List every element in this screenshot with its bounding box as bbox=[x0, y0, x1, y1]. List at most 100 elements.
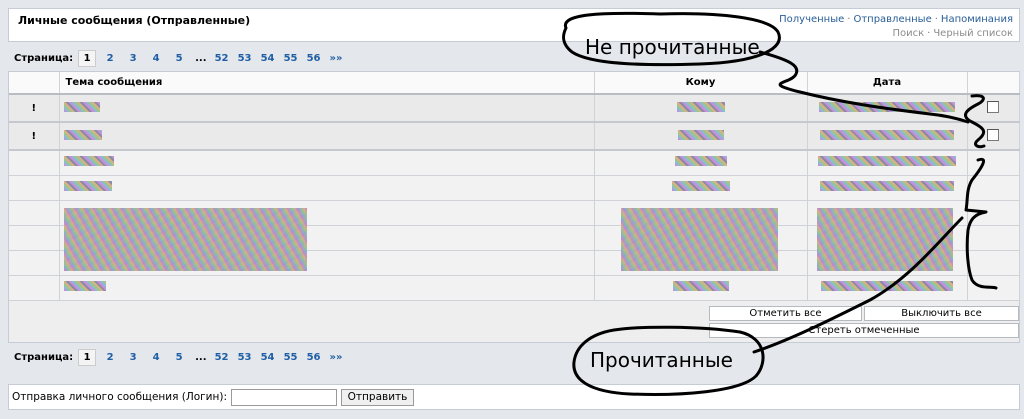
recipient-login-input[interactable] bbox=[231, 389, 337, 406]
link-blacklist[interactable]: Черный список bbox=[933, 28, 1013, 39]
redacted-text bbox=[821, 281, 953, 291]
column-date: Дата bbox=[807, 72, 968, 95]
page-link[interactable]: 53 bbox=[235, 51, 254, 66]
annotation-read-label: Прочитанные bbox=[590, 348, 733, 372]
page-link[interactable]: 56 bbox=[304, 51, 323, 66]
redacted-text bbox=[819, 101, 955, 112]
page-link[interactable]: 2 bbox=[101, 51, 120, 66]
cell-subject[interactable] bbox=[59, 175, 595, 201]
page-link[interactable]: 1 bbox=[78, 349, 97, 366]
unread-mark bbox=[9, 175, 60, 201]
select-checkbox[interactable] bbox=[987, 128, 999, 141]
page-link[interactable]: 3 bbox=[124, 51, 143, 66]
pagination-ellipsis: ... bbox=[195, 53, 207, 64]
unread-mark bbox=[9, 250, 60, 276]
redacted-text bbox=[63, 156, 114, 167]
cell-select bbox=[967, 200, 1020, 226]
cell-recipient[interactable] bbox=[594, 122, 808, 151]
redacted-text bbox=[63, 101, 100, 112]
page-link[interactable]: 56 bbox=[304, 350, 323, 365]
pagination-label: Страница: bbox=[14, 53, 74, 64]
send-message-form: Отправка личного сообщения (Логин): Отпр… bbox=[8, 384, 1020, 410]
cell-recipient[interactable] bbox=[594, 275, 808, 301]
cell-subject[interactable] bbox=[59, 94, 595, 123]
table-row[interactable] bbox=[9, 175, 1020, 201]
redacted-block bbox=[64, 208, 307, 271]
folder-links: Полученные · Отправленные · Напоминания Поис… bbox=[779, 13, 1013, 41]
table-row[interactable]: ! bbox=[9, 122, 1020, 151]
page-link[interactable]: 5 bbox=[170, 51, 189, 66]
page-link[interactable]: 55 bbox=[281, 350, 300, 365]
redacted-text bbox=[676, 101, 725, 112]
page-link[interactable]: 52 bbox=[212, 51, 231, 66]
next-pages-link[interactable]: »» bbox=[330, 352, 343, 363]
redacted-text bbox=[671, 181, 730, 191]
next-pages-link[interactable]: »» bbox=[330, 53, 343, 64]
redacted-text bbox=[820, 129, 954, 140]
messages-panel: Тема сообщения Кому Дата ! ! Отметить вс… bbox=[8, 71, 1020, 343]
separator: · bbox=[934, 14, 938, 25]
mark-all-button[interactable]: Отметить все bbox=[709, 306, 862, 321]
redacted-block bbox=[817, 208, 953, 271]
pagination-top: Страница: 1 2 3 4 5 ... 52 53 54 55 56 »… bbox=[14, 50, 342, 67]
cell-select bbox=[967, 225, 1020, 251]
select-checkbox[interactable] bbox=[987, 100, 999, 113]
column-subject: Тема сообщения bbox=[59, 72, 595, 95]
cell-date bbox=[807, 122, 968, 151]
cell-subject[interactable] bbox=[59, 275, 595, 301]
table-row[interactable] bbox=[9, 275, 1020, 301]
unread-mark bbox=[9, 225, 60, 251]
cell-recipient[interactable] bbox=[594, 150, 808, 176]
page-link[interactable]: 55 bbox=[281, 51, 300, 66]
redacted-text bbox=[63, 281, 106, 291]
redacted-text bbox=[63, 129, 102, 140]
cell-date bbox=[807, 150, 968, 176]
page-link[interactable]: 54 bbox=[258, 51, 277, 66]
page-link[interactable]: 54 bbox=[258, 350, 277, 365]
cell-date bbox=[807, 275, 968, 301]
page-link[interactable]: 3 bbox=[124, 350, 143, 365]
unread-mark bbox=[9, 200, 60, 226]
cell-select bbox=[967, 175, 1020, 201]
page-link[interactable]: 5 bbox=[170, 350, 189, 365]
page-link[interactable]: 52 bbox=[212, 350, 231, 365]
page-link[interactable]: 53 bbox=[235, 350, 254, 365]
cell-subject[interactable] bbox=[59, 150, 595, 176]
cell-recipient[interactable] bbox=[594, 175, 808, 201]
send-button[interactable]: Отправить bbox=[341, 389, 414, 406]
unmark-all-button[interactable]: Выключить все bbox=[864, 306, 1019, 321]
page-header: Личные сообщения (Отправленные) Полученн… bbox=[8, 8, 1020, 42]
unread-mark bbox=[9, 275, 60, 301]
cell-recipient[interactable] bbox=[594, 94, 808, 123]
page-link[interactable]: 4 bbox=[147, 350, 166, 365]
redacted-text bbox=[63, 181, 112, 191]
link-received[interactable]: Полученные bbox=[779, 14, 844, 25]
cell-select bbox=[967, 94, 1020, 123]
delete-marked-button[interactable]: Стереть отмеченные bbox=[709, 323, 1019, 338]
cell-date bbox=[807, 175, 968, 201]
page-link[interactable]: 1 bbox=[78, 50, 97, 67]
cell-subject[interactable] bbox=[59, 122, 595, 151]
column-recipient: Кому bbox=[594, 72, 808, 95]
pagination-label: Страница: bbox=[14, 352, 74, 363]
table-row[interactable]: ! bbox=[9, 94, 1020, 123]
unread-mark: ! bbox=[9, 94, 60, 123]
pagination-ellipsis: ... bbox=[195, 352, 207, 363]
page-link[interactable]: 4 bbox=[147, 51, 166, 66]
link-sent[interactable]: Отправленные bbox=[853, 14, 931, 25]
page-link[interactable]: 2 bbox=[101, 350, 120, 365]
separator: · bbox=[927, 28, 931, 39]
redacted-text bbox=[820, 181, 954, 191]
redacted-text bbox=[677, 129, 724, 140]
redacted-text bbox=[674, 156, 727, 167]
cell-select bbox=[967, 150, 1020, 176]
table-row[interactable] bbox=[9, 150, 1020, 176]
table-header-row: Тема сообщения Кому Дата bbox=[9, 72, 1020, 95]
link-search[interactable]: Поиск bbox=[892, 28, 924, 39]
redacted-text bbox=[818, 156, 956, 167]
link-reminders[interactable]: Напоминания bbox=[941, 14, 1013, 25]
unread-mark bbox=[9, 150, 60, 176]
cell-select bbox=[967, 122, 1020, 151]
page-title: Личные сообщения (Отправленные) bbox=[18, 14, 251, 27]
column-status bbox=[9, 72, 60, 95]
